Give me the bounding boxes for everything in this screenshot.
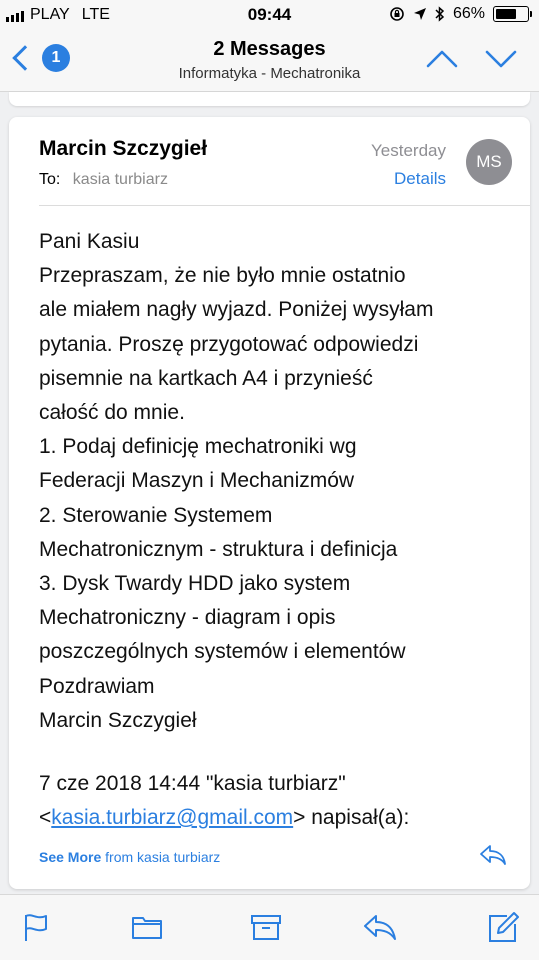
body-line: 3. Dysk Twardy HDD jako system [39, 572, 351, 596]
bottom-toolbar [0, 894, 539, 960]
body-line: całość do mnie. [39, 401, 185, 425]
battery-level [496, 9, 516, 19]
quote-tail: > napisał(a): [293, 806, 410, 829]
quote-line: 7 cze 2018 14:44 "kasia turbiarz" [39, 772, 346, 795]
body-line: Mechatroniczny - diagram i opis [39, 606, 336, 630]
body-line: Mechatronicznym - struktura i definicja [39, 537, 398, 561]
quote-line-email: <kasia.turbiarz@gmail.com> napisał(a): [39, 801, 509, 835]
see-more-from: from kasia turbiarz [105, 849, 221, 865]
quote-lt: < [39, 806, 52, 829]
battery-percent: 66% [452, 5, 485, 22]
email-link[interactable]: kasia.turbiarz@gmail.com [51, 806, 293, 829]
navigation-bar: 1 2 Messages Informatyka - Mechatronika [0, 30, 539, 92]
location-icon [413, 8, 426, 20]
bluetooth-icon [435, 6, 445, 22]
battery-icon [493, 6, 532, 22]
body-line: Federacji Maszyn i Mechanizmów [39, 469, 355, 493]
header-divider [39, 205, 530, 206]
previous-message-button[interactable] [424, 44, 460, 74]
body-line: 2. Sterowanie Systemem [39, 503, 273, 527]
avatar[interactable]: MS [466, 139, 512, 185]
body-line: pisemnie na kartkach A4 i przynieść [39, 366, 373, 390]
folder-icon[interactable] [131, 911, 163, 943]
status-bar: PLAY LTE 09:44 66% [0, 0, 539, 30]
recipient-row: To: kasia turbiarz [39, 171, 168, 189]
see-more-label: See More [39, 849, 102, 865]
message-body: Pani Kasiu Przepraszam, że nie było mnie… [39, 225, 509, 738]
to-label: To: [39, 171, 61, 188]
sender-name[interactable]: Marcin Szczygieł [39, 137, 207, 161]
body-line: 1. Podaj definicję mechatroniki wg [39, 435, 357, 459]
body-line: ale miałem nagły wyjazd. Poniżej wysyłam [39, 298, 434, 322]
recipient-name[interactable]: kasia turbiarz [73, 171, 168, 188]
see-more-link[interactable]: See More from kasia turbiarz [39, 849, 220, 865]
reply-icon[interactable] [478, 843, 508, 867]
message-card: Marcin Szczygieł To: kasia turbiarz Yest… [9, 117, 530, 889]
message-thread[interactable]: Marcin Szczygieł To: kasia turbiarz Yest… [0, 92, 539, 894]
flag-icon[interactable] [20, 911, 52, 943]
reply-icon[interactable] [362, 911, 398, 943]
body-line: Marcin Szczygieł [39, 708, 197, 732]
body-line: poszczególnych systemów i elementów [39, 640, 406, 664]
body-line: Przepraszam, że nie było mnie ostatnio [39, 264, 406, 288]
body-line: Pozdrawiam [39, 674, 155, 698]
quoted-header: 7 cze 2018 14:44 "kasia turbiarz" <kasia… [39, 767, 509, 835]
previous-message-card[interactable] [9, 92, 530, 106]
details-link[interactable]: Details [394, 169, 446, 189]
rotation-lock-icon [390, 7, 404, 21]
body-line: pytania. Proszę przygotować odpowiedzi [39, 332, 419, 356]
body-line: Pani Kasiu [39, 230, 140, 253]
status-right: 66% [389, 5, 532, 23]
archive-icon[interactable] [250, 911, 282, 943]
message-date: Yesterday [371, 141, 446, 160]
next-message-button[interactable] [483, 44, 519, 74]
compose-icon[interactable] [487, 911, 519, 943]
